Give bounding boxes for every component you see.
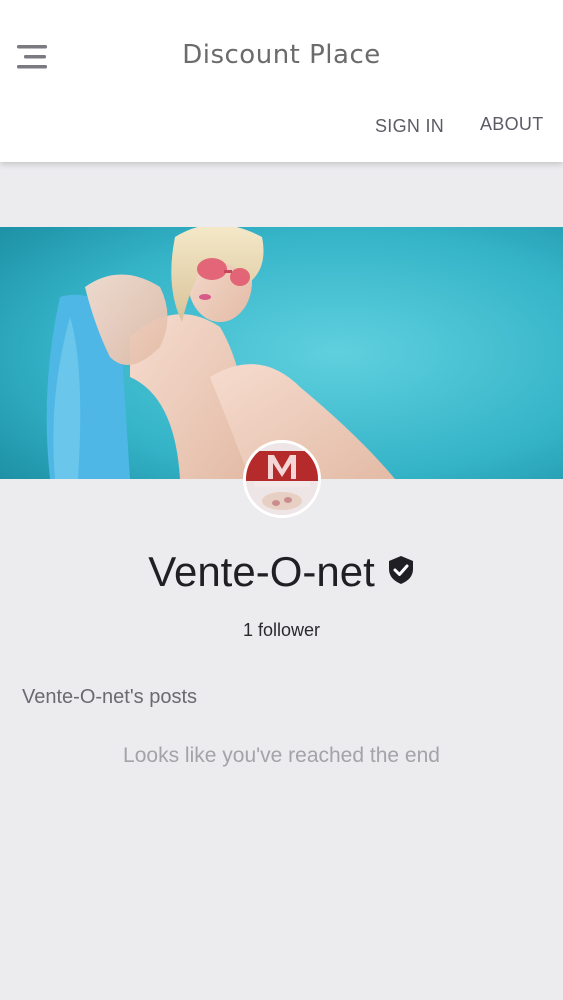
- profile-name-row: Vente-O-net: [0, 548, 563, 596]
- sign-in-link[interactable]: SIGN IN: [375, 116, 444, 137]
- about-link[interactable]: ABOUT: [480, 114, 544, 135]
- site-brand-title[interactable]: Discount Place: [0, 40, 563, 70]
- end-of-feed-message: Looks like you've reached the end: [123, 744, 440, 767]
- top-app-bar: Discount Place SIGN IN ABOUT: [0, 0, 563, 162]
- verified-shield-icon: [387, 555, 415, 590]
- follower-count[interactable]: 1 follower: [0, 620, 563, 641]
- profile-avatar[interactable]: [243, 440, 321, 518]
- profile-name: Vente-O-net: [148, 548, 375, 595]
- posts-section-heading: Vente-O-net's posts: [22, 686, 198, 708]
